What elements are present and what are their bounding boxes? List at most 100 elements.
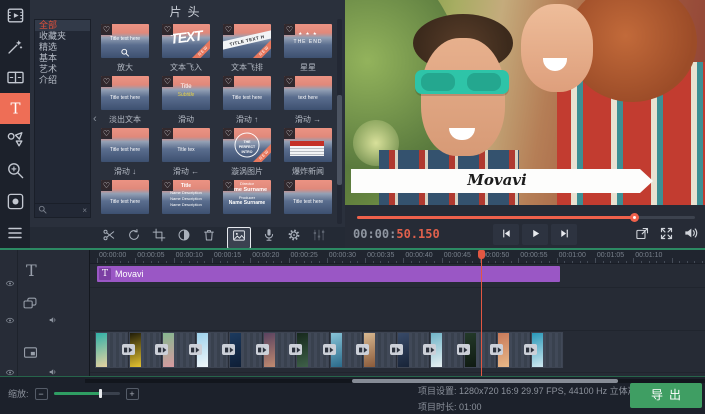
tool-import[interactable] [0,0,30,31]
template-card[interactable]: ♡ Name Surname Director Producer Name Su… [223,180,271,227]
templates-scrollbar-thumb[interactable] [337,95,342,185]
detach-player-icon[interactable] [635,225,650,246]
favorite-heart-icon[interactable]: ♡ [284,180,295,191]
template-thumbnail[interactable]: ♡ Title text here [101,76,149,110]
category-3[interactable]: 基本 [35,53,90,64]
clip-toolbar-crop-button[interactable] [152,228,166,247]
favorite-heart-icon[interactable]: ♡ [162,76,173,87]
previous-frame-button[interactable] [493,224,519,245]
favorite-heart-icon[interactable]: ♡ [162,180,173,191]
template-card[interactable]: ♡ Name Description Name Description Name… [162,180,210,227]
clip-toolbar-image-properties-button[interactable] [227,227,251,249]
timeline-ruler[interactable]: 00:00:0000:00:0500:00:1000:00:1500:00:20… [90,250,705,264]
zoom-out-button[interactable]: − [35,388,48,400]
transition-badge-icon[interactable] [457,344,470,355]
clip-toolbar-clip-properties-button[interactable] [287,228,301,247]
template-thumbnail[interactable]: ♡ TITLE TEXT H NEW [223,24,271,58]
template-thumbnail[interactable]: ♡ text here [284,76,332,110]
clip-toolbar-audio-levels-button[interactable] [312,228,326,247]
template-thumbnail[interactable]: ♡ Title text here [284,180,332,214]
template-card[interactable]: ♡ ★ ★ ★ THE END 星星 [284,24,332,76]
transition-badge-icon[interactable] [189,344,202,355]
template-thumbnail[interactable]: ♡ TEXT NEW [162,24,210,58]
overlay-track-mute-speaker-icon[interactable] [48,312,58,330]
template-thumbnail[interactable]: ♡ Title text here [101,180,149,214]
fullscreen-icon[interactable] [659,225,674,246]
template-card[interactable]: ♡ Title text here 滑动 ↓ [101,128,149,180]
collapse-panel-chevron-icon[interactable]: ‹ [93,114,97,125]
tool-titles[interactable]: T [0,93,30,124]
transition-badge-icon[interactable] [289,344,302,355]
template-card[interactable]: ♡ Title text here [101,180,149,227]
title-track-visibility-eye-icon[interactable] [4,275,16,293]
transition-badge-icon[interactable] [356,344,369,355]
category-5[interactable]: 介绍 [35,75,90,86]
next-frame-button[interactable] [551,224,577,245]
favorite-heart-icon[interactable]: ♡ [223,180,234,191]
transition-badge-icon[interactable] [256,344,269,355]
template-thumbnail[interactable]: ♡ Title text here [101,24,149,58]
transition-badge-icon[interactable] [222,344,235,355]
favorite-heart-icon[interactable]: ♡ [101,128,112,139]
template-card[interactable]: ♡ Title text here 放大 [101,24,149,76]
category-1[interactable]: 收藏夹 [35,31,90,42]
template-card[interactable]: ♡ Title text here 淡出文本 [101,76,149,128]
category-search[interactable]: × [35,203,90,217]
tool-filters[interactable] [0,31,30,62]
favorite-heart-icon[interactable]: ♡ [284,24,295,35]
export-button[interactable]: 导出 [630,383,702,408]
template-thumbnail[interactable]: ♡ Title text here [101,128,149,162]
video-clip[interactable] [95,332,129,368]
tool-transitions[interactable] [0,62,30,93]
favorite-heart-icon[interactable]: ♡ [284,128,295,139]
seek-bar[interactable] [357,213,695,222]
template-thumbnail[interactable]: ♡ Title text here [223,76,271,110]
playhead-line[interactable] [481,250,482,376]
transition-badge-icon[interactable] [524,344,537,355]
clear-search-icon[interactable]: × [82,207,87,215]
template-thumbnail[interactable]: ♡ Name Description Name Description Name… [162,180,210,214]
clip-toolbar-color-adjustments-button[interactable] [177,228,191,247]
category-2[interactable]: 精选 [35,42,90,53]
favorite-heart-icon[interactable]: ♡ [162,24,173,35]
overlay-track-visibility-eye-icon[interactable] [4,312,16,330]
template-thumbnail[interactable]: ♡ Name Surname Director Producer Name Su… [223,180,271,214]
favorite-heart-icon[interactable]: ♡ [101,180,112,191]
favorite-heart-icon[interactable]: ♡ [162,128,173,139]
volume-icon[interactable] [683,225,699,246]
seek-handle[interactable] [630,213,639,222]
clip-toolbar-split-button[interactable] [102,228,116,247]
transition-badge-icon[interactable] [490,344,503,355]
transition-badge-icon[interactable] [122,344,135,355]
zoom-slider-handle[interactable] [99,389,102,398]
template-thumbnail[interactable]: ♡ ★ ★ ★ THE END [284,24,332,58]
favorite-heart-icon[interactable]: ♡ [284,76,295,87]
template-card[interactable]: ♡ TEXT NEW 文本飞入 [162,24,210,76]
template-card[interactable]: ♡ THE PERFECT INTRO NEW 漩涡图片 [223,128,271,180]
template-card[interactable]: ♡ TITLE TEXT H NEW 文本飞排 [223,24,271,76]
favorite-heart-icon[interactable]: ♡ [223,128,234,139]
tool-pan-zoom[interactable] [0,155,30,186]
tool-more-tools[interactable] [0,217,30,248]
template-thumbnail[interactable]: ♡ Subtitle Title [162,76,210,110]
template-card[interactable]: ♡ Title text here 滑动 ↑ [223,76,271,128]
favorite-heart-icon[interactable]: ♡ [101,24,112,35]
category-0[interactable]: 全部 [35,20,90,31]
clip-toolbar-record-audio-button[interactable] [262,228,276,247]
templates-scrollbar[interactable] [337,19,342,224]
favorite-heart-icon[interactable]: ♡ [223,24,234,35]
template-card[interactable]: ♡ Title text here [284,180,332,227]
favorite-heart-icon[interactable]: ♡ [223,76,234,87]
template-thumbnail[interactable]: ♡ Title tex [162,128,210,162]
template-card[interactable]: ♡ 爆炸新闻 [284,128,332,180]
category-4[interactable]: 艺术 [35,64,90,75]
transition-badge-icon[interactable] [155,344,168,355]
transition-badge-icon[interactable] [390,344,403,355]
clip-toolbar-rotate-button[interactable] [127,228,141,247]
favorite-heart-icon[interactable]: ♡ [101,76,112,87]
timeline-hscrollbar-thumb[interactable] [352,379,618,383]
template-thumbnail[interactable]: ♡ THE PERFECT INTRO NEW [223,128,271,162]
zoom-slider[interactable] [54,392,120,395]
transition-badge-icon[interactable] [423,344,436,355]
template-card[interactable]: ♡ text here 滑动 → [284,76,332,128]
